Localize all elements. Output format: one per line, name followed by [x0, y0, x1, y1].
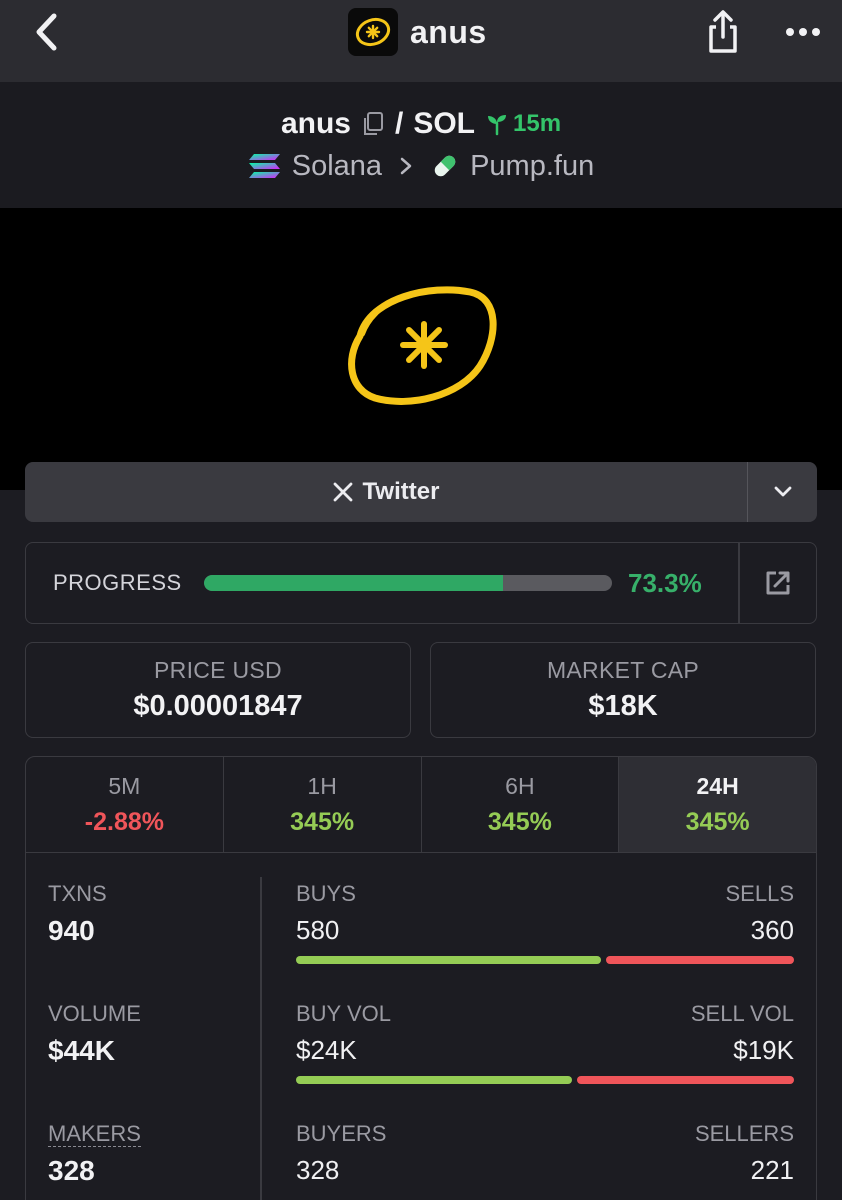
pair-quote-symbol: SOL [413, 107, 475, 140]
share-icon [709, 10, 737, 53]
tab-6h-change: 345% [487, 808, 552, 836]
progress-value: 73.3% [628, 567, 702, 598]
sell-vol-label: SELL VOL [690, 1001, 794, 1026]
pair-header: anus / SOL 15m Solana Pump.fun [0, 82, 842, 208]
pair-age-value: 15m [513, 110, 562, 137]
nav-title: anus [410, 13, 487, 50]
tab-24h-label: 24H [696, 773, 739, 799]
tab-1h[interactable]: 1H 345% [224, 757, 422, 852]
tab-5m[interactable]: 5M -2.88% [26, 757, 224, 852]
volume-value: $44K [48, 1035, 115, 1066]
buys-value: 580 [296, 915, 340, 945]
pair-separator: / [394, 107, 404, 140]
timeframe-tabs: 5M -2.88% 1H 345% 6H 345% 24H 345% [26, 757, 816, 853]
token-banner [0, 208, 842, 490]
sellers-label: SELLERS [694, 1121, 794, 1146]
tab-6h-label: 6H [505, 773, 535, 799]
price-usd-value: $0.00001847 [133, 690, 303, 722]
stats-body: TXNS 940 VOLUME $44K MAKERS 328 BUYS SEL… [26, 853, 816, 1200]
tab-1h-label: 1H [307, 773, 337, 799]
makers-value: 328 [48, 1155, 95, 1187]
txns-label: TXNS [48, 881, 107, 906]
tab-6h[interactable]: 6H 345% [422, 757, 620, 852]
market-cap-card: MARKET CAP $18K [430, 642, 816, 738]
sells-bar-segment [605, 956, 794, 964]
sellers-value: 221 [750, 1155, 794, 1185]
top-nav-bar: anus [0, 0, 842, 82]
stats-divider [260, 877, 262, 1200]
buy-vol-label: BUY VOL [296, 1001, 391, 1026]
buys-label: BUYS [296, 881, 356, 906]
sell-vol-value: $19K [733, 1035, 794, 1065]
solana-logo-icon [248, 154, 280, 178]
buyers-value: 328 [296, 1155, 340, 1185]
tab-24h[interactable]: 24H 345% [619, 757, 816, 852]
back-button[interactable] [26, 10, 66, 54]
progress-bar-fill [204, 575, 504, 591]
external-link-icon [766, 571, 790, 595]
buyers-sellers-stat: BUYERS SELLERS 328 221 [296, 1121, 794, 1186]
market-cap-label: MARKET CAP [546, 657, 700, 683]
buys-sells-stat: BUYS SELLS 580 360 [296, 881, 794, 964]
price-usd-label: PRICE USD [154, 657, 282, 683]
socials-bar: Twitter [25, 462, 817, 522]
chevron-right-icon [400, 157, 412, 175]
buy-vol-bar-segment [296, 1076, 572, 1084]
chain-breadcrumb: Solana Pump.fun [0, 146, 842, 186]
bonding-progress-card: PROGRESS 73.3% [25, 542, 817, 624]
price-usd-card: PRICE USD $0.00001847 [25, 642, 411, 738]
progress-bar-track [204, 575, 612, 591]
copy-button[interactable] [361, 111, 385, 137]
pair-line: anus / SOL 15m [0, 104, 842, 144]
back-chevron-icon [36, 13, 57, 51]
buy-sell-volume-stat: BUY VOL SELL VOL $24K $19K [296, 1001, 794, 1084]
chevron-down-icon [774, 486, 791, 497]
sells-label: SELLS [725, 881, 795, 906]
token-logo-icon [348, 8, 398, 56]
tab-5m-change: -2.88% [84, 808, 164, 836]
volume-label: VOLUME [48, 1001, 141, 1026]
pair-base-symbol: anus [280, 107, 351, 140]
makers-stat: MAKERS 328 [48, 1121, 141, 1187]
sells-value: 360 [750, 915, 794, 945]
socials-dropdown-button[interactable] [747, 462, 817, 522]
buyers-label: BUYERS [296, 1121, 387, 1146]
dex-link[interactable]: Pump.fun [470, 150, 594, 183]
makers-label[interactable]: MAKERS [48, 1121, 141, 1148]
txns-value: 940 [48, 915, 95, 946]
more-dots-icon [786, 28, 820, 36]
volume-stat: VOLUME $44K [48, 1001, 141, 1067]
more-button[interactable] [780, 14, 826, 50]
txns-stat: TXNS 940 [48, 881, 107, 947]
twitter-label: Twitter [362, 478, 440, 505]
tab-5m-label: 5M [108, 773, 141, 799]
progress-divider [738, 543, 740, 623]
timeframe-stats-card: 5M -2.88% 1H 345% 6H 345% 24H 345% TXNS … [25, 756, 817, 1200]
tab-24h-change: 345% [685, 808, 750, 836]
x-logo-icon [333, 482, 352, 502]
copy-icon [363, 112, 383, 135]
tab-1h-change: 345% [290, 808, 355, 836]
progress-external-link-button[interactable] [754, 563, 802, 603]
buy-vol-value: $24K [296, 1035, 357, 1065]
pill-icon [434, 155, 456, 177]
buys-bar-segment [296, 956, 601, 964]
nav-title-group: anus [348, 8, 487, 56]
token-banner-logo-icon [348, 286, 497, 405]
market-cap-value: $18K [588, 690, 658, 722]
progress-label: PROGRESS [53, 570, 182, 595]
buys-sells-bar [296, 956, 794, 964]
sell-vol-bar-segment [576, 1076, 794, 1084]
chain-link[interactable]: Solana [292, 150, 382, 183]
buy-sell-volume-bar [296, 1076, 794, 1084]
share-button[interactable] [700, 6, 746, 58]
twitter-button[interactable]: Twitter [25, 462, 747, 522]
seedling-icon [488, 115, 506, 136]
pair-age: 15m [485, 110, 561, 138]
